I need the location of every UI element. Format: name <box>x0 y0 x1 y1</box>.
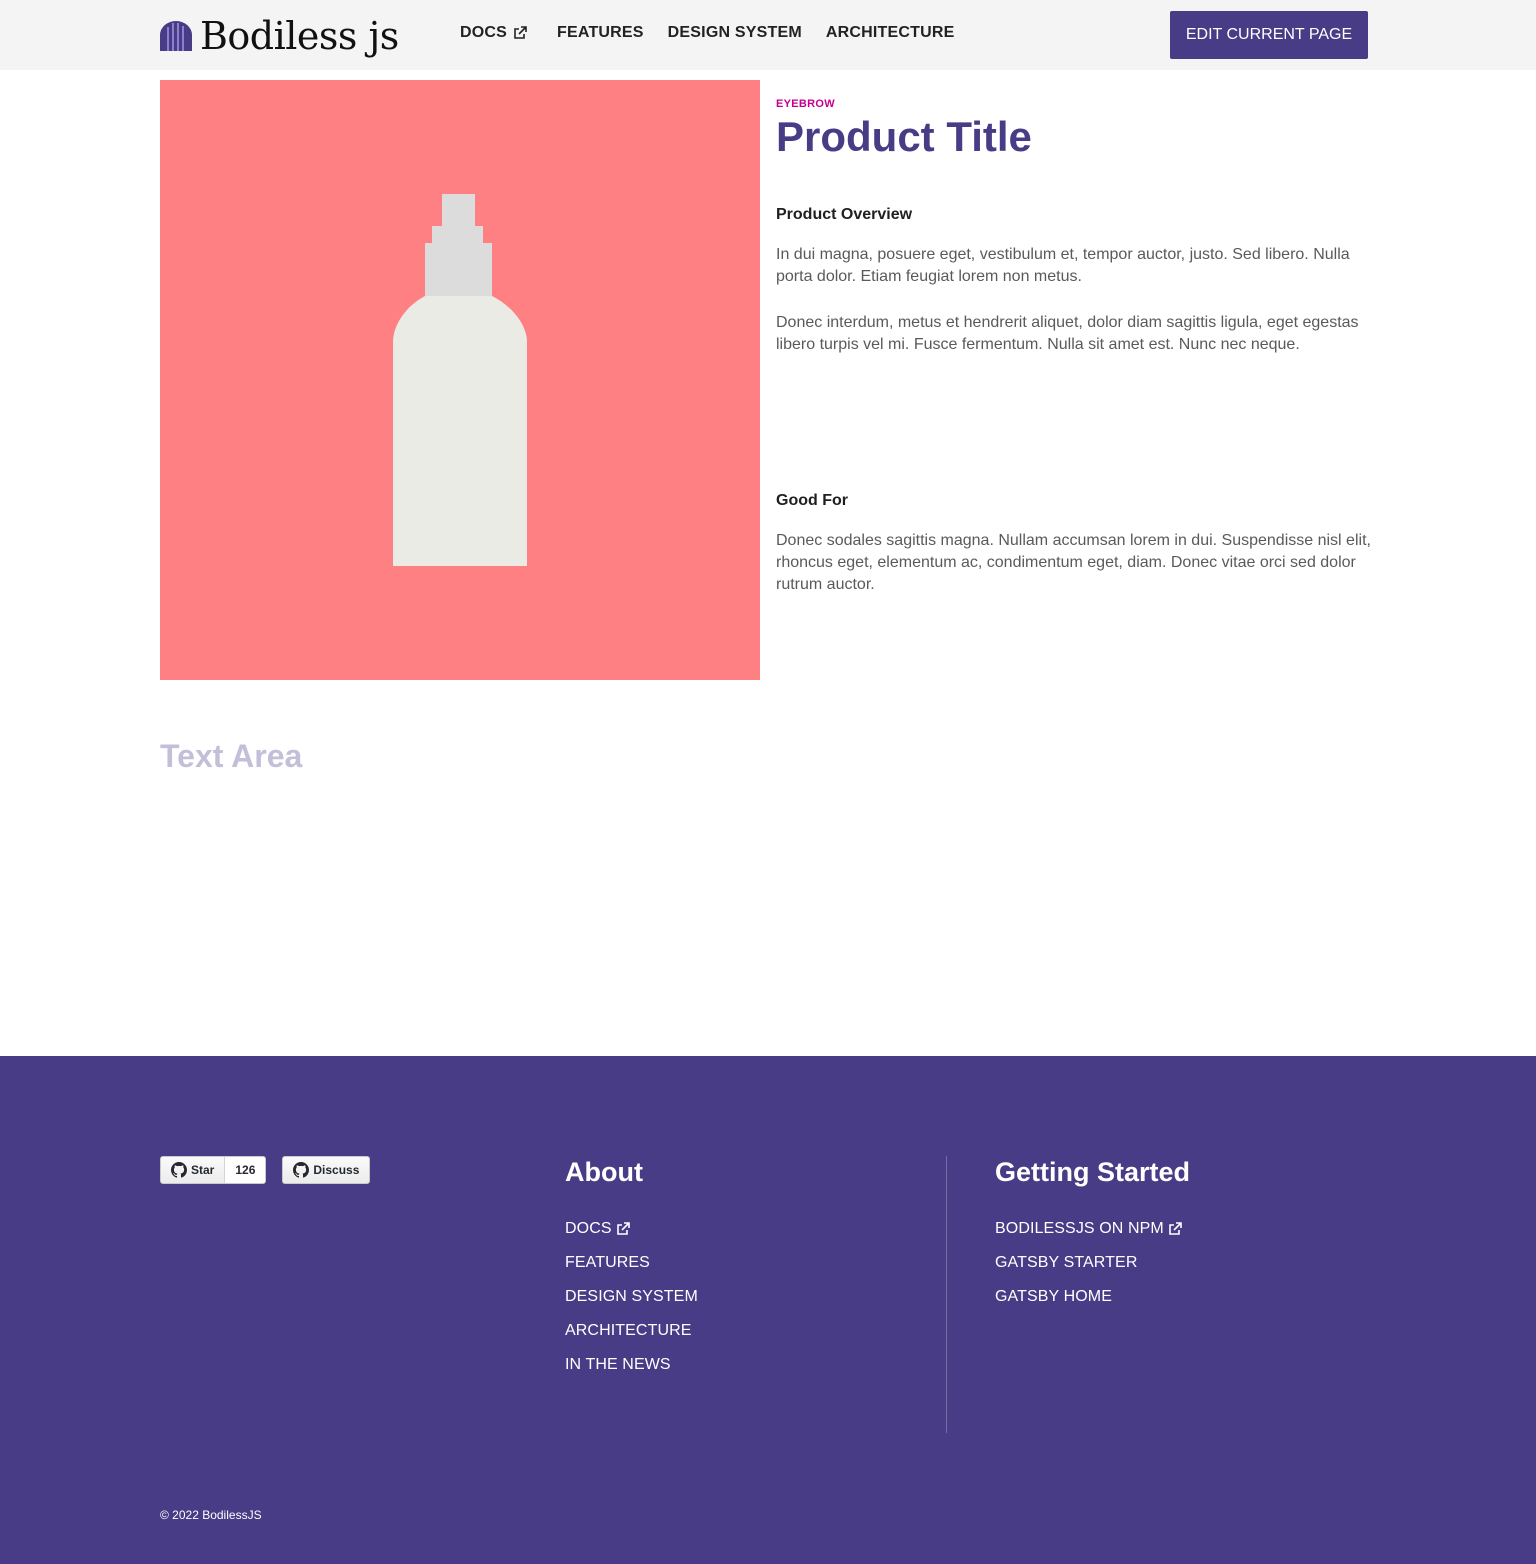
nav-item-label: DOCS <box>460 24 508 41</box>
github-buttons: Star 126 Discuss <box>160 1156 371 1184</box>
footer-link-features[interactable]: FEATURES <box>565 1246 698 1280</box>
bodiless-logo-icon <box>160 21 192 51</box>
footer-link-docs[interactable]: DOCS <box>565 1212 698 1246</box>
product-title: Product Title <box>776 113 1032 160</box>
external-link-icon <box>616 1222 630 1235</box>
footer-link-architecture[interactable]: ARCHITECTURE <box>565 1314 698 1348</box>
footer-about-column: About DOCS FEATURES DESIGN SYSTEM ARCHIT… <box>565 1156 698 1382</box>
github-star-count[interactable]: 126 <box>225 1157 266 1183</box>
site-footer: Star 126 Discuss About DOCS FEATURES DES… <box>0 1056 1536 1564</box>
site-header: Bodiless js DOCS FEATURES DESIGN SYSTEM … <box>0 0 1536 70</box>
footer-link-gatsby-starter[interactable]: GATSBY STARTER <box>995 1246 1190 1280</box>
footer-divider <box>946 1156 947 1433</box>
spray-bottle-icon <box>393 194 527 566</box>
site-logo[interactable]: Bodiless js <box>160 14 399 58</box>
github-star-main[interactable]: Star <box>161 1157 226 1183</box>
footer-link-design-system[interactable]: DESIGN SYSTEM <box>565 1280 698 1314</box>
footer-about-heading: About <box>565 1157 643 1187</box>
nav-item-features[interactable]: FEATURES <box>557 24 644 42</box>
logo-wordmark: Bodiless js <box>200 14 399 58</box>
nav-item-architecture[interactable]: ARCHITECTURE <box>826 24 955 42</box>
eyebrow: EYEBROW <box>776 98 835 110</box>
external-link-icon <box>1169 1222 1182 1235</box>
product-overview-paragraph-2: Donec interdum, metus et hendrerit aliqu… <box>776 314 1359 353</box>
github-icon <box>293 1162 310 1178</box>
product-overview-paragraph-1: In dui magna, posuere eget, vestibulum e… <box>776 246 1350 285</box>
footer-link-label: DOCS <box>565 1220 612 1237</box>
product-overview-heading: Product Overview <box>776 206 913 223</box>
footer-link-label: BODILESSJS ON NPM <box>995 1220 1164 1237</box>
text-area-heading[interactable]: Text Area <box>160 738 302 775</box>
footer-getting-started-heading: Getting Started <box>995 1157 1191 1187</box>
product-info: EYEBROW Product Title Product Overview I… <box>776 98 1376 593</box>
edit-current-page-button[interactable]: EDIT CURRENT PAGE <box>1170 11 1368 59</box>
github-discuss-label: Discuss <box>313 1163 360 1177</box>
footer-getting-started-column: Getting Started BODILESSJS ON NPM GATSBY… <box>995 1156 1190 1314</box>
external-link-icon <box>514 26 527 39</box>
github-star-label: Star <box>191 1163 215 1177</box>
github-discuss-button[interactable]: Discuss <box>282 1156 371 1184</box>
product-image <box>160 80 760 680</box>
github-icon <box>171 1162 187 1178</box>
footer-link-bodilessjs-npm[interactable]: BODILESSJS ON NPM <box>995 1212 1190 1246</box>
nav-item-design-system[interactable]: DESIGN SYSTEM <box>668 24 802 42</box>
github-star-button[interactable]: Star 126 <box>160 1156 267 1184</box>
nav-item-docs[interactable]: DOCS <box>460 24 527 42</box>
main-nav: DOCS FEATURES DESIGN SYSTEM ARCHITECTURE <box>460 24 978 42</box>
good-for-paragraph: Donec sodales sagittis magna. Nullam acc… <box>776 532 1371 593</box>
footer-link-in-the-news[interactable]: IN THE NEWS <box>565 1348 698 1382</box>
copyright: © 2022 BodilessJS <box>160 1508 262 1522</box>
footer-link-gatsby-home[interactable]: GATSBY HOME <box>995 1280 1190 1314</box>
good-for-heading: Good For <box>776 492 848 509</box>
